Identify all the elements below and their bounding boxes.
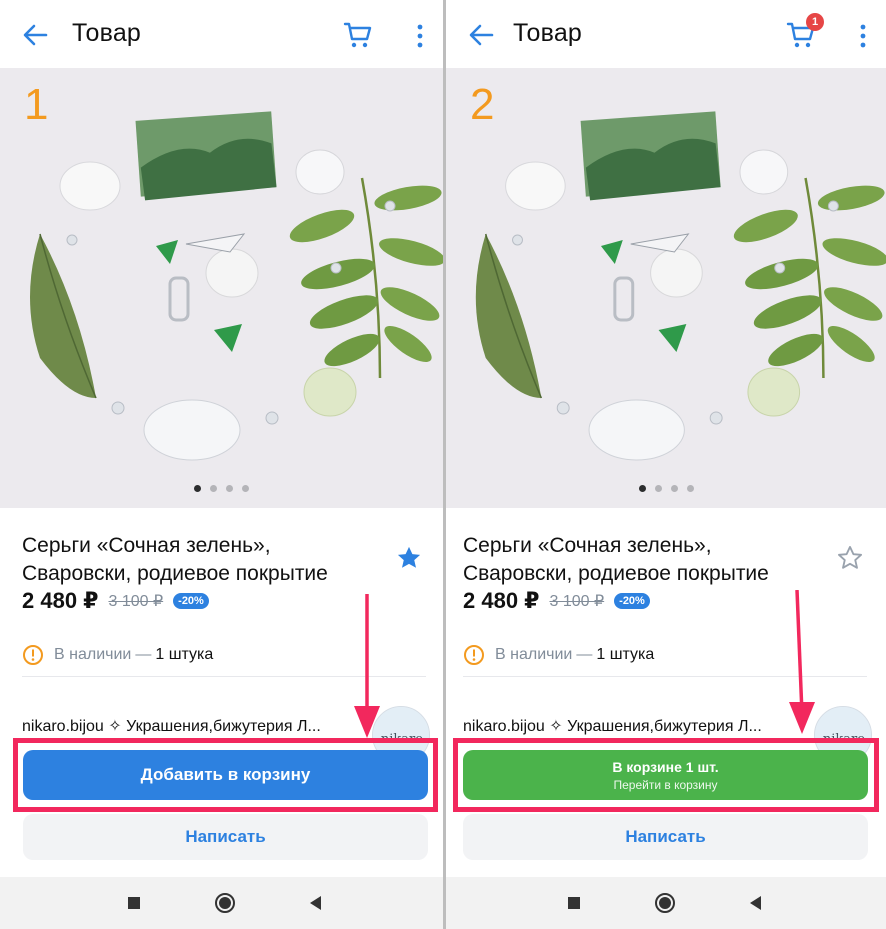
gallery-dot[interactable] — [194, 485, 201, 492]
panel-step-1: Товар 1 Серьги «Сочная зелень», Сваровск… — [0, 0, 443, 929]
triangle-back-icon[interactable] — [744, 891, 768, 915]
divider — [463, 676, 867, 677]
stock-value: 1 штука — [155, 646, 214, 663]
stock-separator: — — [135, 646, 152, 663]
product-image — [446, 68, 886, 508]
product-photo[interactable]: 1 — [0, 68, 443, 508]
discount-badge: -20% — [173, 593, 209, 609]
warning-circle-icon — [464, 645, 484, 665]
favorite-star-icon[interactable] — [395, 544, 423, 572]
price-row: 2 480 ₽ 3 100 ₽ -20% — [22, 588, 209, 614]
write-message-button[interactable]: Написать — [23, 814, 428, 860]
cta-label: Добавить в корзину — [140, 765, 311, 784]
product-photo[interactable]: 2 — [446, 68, 886, 508]
stock-label: В наличии — [495, 646, 573, 663]
gallery-dot[interactable] — [210, 485, 217, 492]
step-number: 2 — [470, 80, 495, 129]
more-options-icon[interactable] — [415, 24, 425, 48]
warning-circle-icon — [23, 645, 43, 665]
system-navbar — [446, 877, 886, 929]
gallery-dot[interactable] — [242, 485, 249, 492]
gallery-dot[interactable] — [638, 485, 646, 492]
system-navbar — [0, 877, 443, 929]
price: 2 480 ₽ — [22, 588, 99, 613]
discount-badge: -20% — [614, 593, 650, 609]
old-price: 3 100 ₽ — [549, 593, 605, 610]
back-arrow-icon[interactable] — [468, 22, 494, 48]
price: 2 480 ₽ — [463, 588, 540, 613]
cta-sublabel: Перейти в корзину — [613, 777, 718, 792]
product-image — [0, 68, 443, 508]
stock-label: В наличии — [54, 646, 132, 663]
gallery-dot[interactable] — [686, 485, 694, 492]
cta-label: В корзине 1 шт. — [612, 758, 719, 775]
gallery-dot[interactable] — [670, 485, 678, 492]
stock-separator: — — [576, 646, 593, 663]
cart-icon[interactable] — [343, 20, 373, 50]
cart-badge: 1 — [806, 13, 824, 31]
page-title: Товар — [72, 19, 142, 47]
go-to-cart-button[interactable]: В корзине 1 шт. Перейти в корзину — [463, 750, 868, 800]
old-price: 3 100 ₽ — [108, 593, 164, 610]
stock-info: В наличии — 1 штука — [22, 644, 213, 666]
stock-info: В наличии — 1 штука — [463, 644, 654, 666]
back-arrow-icon[interactable] — [22, 22, 48, 48]
write-message-button[interactable]: Написать — [463, 814, 868, 860]
product-title: Серьги «Сочная зелень», Сваровски, родие… — [22, 534, 328, 585]
stock-value: 1 штука — [596, 646, 655, 663]
add-to-cart-button[interactable]: Добавить в корзину — [23, 750, 428, 800]
product-title: Серьги «Сочная зелень», Сваровски, родие… — [463, 534, 769, 585]
gallery-dot[interactable] — [226, 485, 233, 492]
more-options-icon[interactable] — [858, 24, 868, 48]
favorite-star-outline-icon[interactable] — [836, 544, 864, 572]
circle-icon[interactable] — [213, 891, 237, 915]
step-number: 1 — [24, 80, 49, 129]
price-row: 2 480 ₽ 3 100 ₽ -20% — [463, 588, 650, 614]
gallery-indicator — [446, 485, 886, 492]
circle-icon[interactable] — [653, 891, 677, 915]
screenshot-comparison: Товар 1 Серьги «Сочная зелень», Сваровск… — [0, 0, 886, 929]
gallery-indicator — [0, 485, 443, 492]
square-icon[interactable] — [122, 891, 146, 915]
square-icon[interactable] — [562, 891, 586, 915]
divider — [22, 676, 426, 677]
page-title: Товар — [513, 19, 583, 47]
top-bar: Товар — [0, 0, 443, 68]
gallery-dot[interactable] — [654, 485, 662, 492]
panel-step-2: Товар 1 2 Серьги «Сочная зелень», Сваров… — [446, 0, 886, 929]
shop-name[interactable]: nikaro.bijou ✧ Украшения,бижутерия Л... — [22, 716, 362, 736]
top-bar: Товар 1 — [446, 0, 886, 68]
shop-name[interactable]: nikaro.bijou ✧ Украшения,бижутерия Л... — [463, 716, 803, 736]
triangle-back-icon[interactable] — [304, 891, 328, 915]
